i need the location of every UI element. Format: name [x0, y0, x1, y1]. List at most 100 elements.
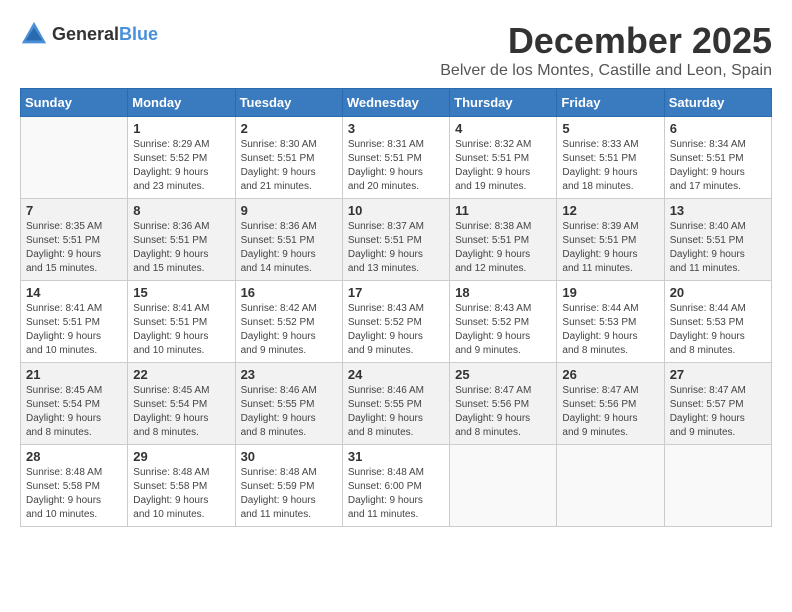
day-info: Sunrise: 8:30 AM Sunset: 5:51 PM Dayligh…: [241, 138, 337, 194]
day-info: Sunrise: 8:45 AM Sunset: 5:54 PM Dayligh…: [26, 384, 122, 440]
day-info: Sunrise: 8:32 AM Sunset: 5:51 PM Dayligh…: [455, 138, 551, 194]
day-info: Sunrise: 8:34 AM Sunset: 5:51 PM Dayligh…: [670, 138, 766, 194]
calendar-cell: 20 Sunrise: 8:44 AM Sunset: 5:53 PM Dayli…: [664, 281, 771, 363]
calendar-week-5: 28 Sunrise: 8:48 AM Sunset: 5:58 PM Dayli…: [21, 445, 772, 527]
day-number: 11: [455, 203, 551, 218]
month-title: December 2025: [440, 20, 772, 62]
day-number: 16: [241, 285, 337, 300]
calendar-week-1: 1 Sunrise: 8:29 AM Sunset: 5:52 PM Daylig…: [21, 117, 772, 199]
calendar-cell: 8 Sunrise: 8:36 AM Sunset: 5:51 PM Daylig…: [128, 199, 235, 281]
calendar-cell: 7 Sunrise: 8:35 AM Sunset: 5:51 PM Daylig…: [21, 199, 128, 281]
day-number: 12: [562, 203, 658, 218]
calendar-cell: [664, 445, 771, 527]
day-number: 20: [670, 285, 766, 300]
day-info: Sunrise: 8:36 AM Sunset: 5:51 PM Dayligh…: [241, 220, 337, 276]
calendar-cell: 24 Sunrise: 8:46 AM Sunset: 5:55 PM Dayli…: [342, 363, 449, 445]
calendar-cell: 31 Sunrise: 8:48 AM Sunset: 6:00 PM Dayli…: [342, 445, 449, 527]
calendar-cell: 14Sunrise: 8:41 AM Sunset: 5:51 PM Dayli…: [21, 281, 128, 363]
day-info: Sunrise: 8:33 AM Sunset: 5:51 PM Dayligh…: [562, 138, 658, 194]
calendar-cell: 2Sunrise: 8:30 AM Sunset: 5:51 PM Daylig…: [235, 117, 342, 199]
calendar-cell: 16 Sunrise: 8:42 AM Sunset: 5:52 PM Dayli…: [235, 281, 342, 363]
calendar-cell: 1 Sunrise: 8:29 AM Sunset: 5:52 PM Daylig…: [128, 117, 235, 199]
calendar-cell: 5 Sunrise: 8:33 AM Sunset: 5:51 PM Daylig…: [557, 117, 664, 199]
header-sunday: Sunday: [21, 89, 128, 117]
day-info: Sunrise: 8:47 AM Sunset: 5:57 PM Dayligh…: [670, 384, 766, 440]
calendar-cell: 17 Sunrise: 8:43 AM Sunset: 5:52 PM Dayli…: [342, 281, 449, 363]
day-number: 9: [241, 203, 337, 218]
day-number: 21: [26, 367, 122, 382]
day-info: Sunrise: 8:35 AM Sunset: 5:51 PM Dayligh…: [26, 220, 122, 276]
day-info: Sunrise: 8:46 AM Sunset: 5:55 PM Dayligh…: [348, 384, 444, 440]
calendar-cell: 21 Sunrise: 8:45 AM Sunset: 5:54 PM Dayli…: [21, 363, 128, 445]
day-info: Sunrise: 8:37 AM Sunset: 5:51 PM Dayligh…: [348, 220, 444, 276]
day-info: Sunrise: 8:48 AM Sunset: 5:58 PM Dayligh…: [26, 466, 122, 522]
calendar-cell: 18 Sunrise: 8:43 AM Sunset: 5:52 PM Dayli…: [450, 281, 557, 363]
day-info: Sunrise: 8:42 AM Sunset: 5:52 PM Dayligh…: [241, 302, 337, 358]
day-info: Sunrise: 8:48 AM Sunset: 5:59 PM Dayligh…: [241, 466, 337, 522]
day-info: Sunrise: 8:29 AM Sunset: 5:52 PM Dayligh…: [133, 138, 229, 194]
title-section: December 2025 Belver de los Montes, Cast…: [440, 20, 772, 80]
day-number: 18: [455, 285, 551, 300]
header-tuesday: Tuesday: [235, 89, 342, 117]
calendar-cell: 9 Sunrise: 8:36 AM Sunset: 5:51 PM Daylig…: [235, 199, 342, 281]
page-header: GeneralBlue December 2025 Belver de los …: [20, 20, 772, 80]
calendar-cell: 10Sunrise: 8:37 AM Sunset: 5:51 PM Dayli…: [342, 199, 449, 281]
calendar-week-2: 7 Sunrise: 8:35 AM Sunset: 5:51 PM Daylig…: [21, 199, 772, 281]
calendar-cell: 26Sunrise: 8:47 AM Sunset: 5:56 PM Dayli…: [557, 363, 664, 445]
calendar-cell: 13 Sunrise: 8:40 AM Sunset: 5:51 PM Dayli…: [664, 199, 771, 281]
day-number: 1: [133, 121, 229, 136]
day-info: Sunrise: 8:38 AM Sunset: 5:51 PM Dayligh…: [455, 220, 551, 276]
calendar-week-3: 14Sunrise: 8:41 AM Sunset: 5:51 PM Dayli…: [21, 281, 772, 363]
day-number: 22: [133, 367, 229, 382]
calendar-cell: 29 Sunrise: 8:48 AM Sunset: 5:58 PM Dayli…: [128, 445, 235, 527]
day-number: 24: [348, 367, 444, 382]
calendar-cell: 25Sunrise: 8:47 AM Sunset: 5:56 PM Dayli…: [450, 363, 557, 445]
calendar-cell: 19 Sunrise: 8:44 AM Sunset: 5:53 PM Dayli…: [557, 281, 664, 363]
calendar-cell: 15 Sunrise: 8:41 AM Sunset: 5:51 PM Dayli…: [128, 281, 235, 363]
day-info: Sunrise: 8:48 AM Sunset: 6:00 PM Dayligh…: [348, 466, 444, 522]
day-number: 23: [241, 367, 337, 382]
calendar: SundayMondayTuesdayWednesdayThursdayFrid…: [20, 88, 772, 527]
header-thursday: Thursday: [450, 89, 557, 117]
day-number: 4: [455, 121, 551, 136]
day-number: 17: [348, 285, 444, 300]
day-number: 26: [562, 367, 658, 382]
logo-icon: [20, 20, 48, 48]
day-info: Sunrise: 8:36 AM Sunset: 5:51 PM Dayligh…: [133, 220, 229, 276]
day-number: 3: [348, 121, 444, 136]
calendar-cell: 28 Sunrise: 8:48 AM Sunset: 5:58 PM Dayli…: [21, 445, 128, 527]
day-number: 5: [562, 121, 658, 136]
day-info: Sunrise: 8:48 AM Sunset: 5:58 PM Dayligh…: [133, 466, 229, 522]
day-number: 28: [26, 449, 122, 464]
day-number: 8: [133, 203, 229, 218]
calendar-cell: 4 Sunrise: 8:32 AM Sunset: 5:51 PM Daylig…: [450, 117, 557, 199]
header-friday: Friday: [557, 89, 664, 117]
day-info: Sunrise: 8:46 AM Sunset: 5:55 PM Dayligh…: [241, 384, 337, 440]
calendar-cell: [21, 117, 128, 199]
logo-general: General: [52, 24, 119, 44]
day-info: Sunrise: 8:41 AM Sunset: 5:51 PM Dayligh…: [26, 302, 122, 358]
logo-blue: Blue: [119, 24, 158, 44]
calendar-header-row: SundayMondayTuesdayWednesdayThursdayFrid…: [21, 89, 772, 117]
day-number: 31: [348, 449, 444, 464]
day-info: Sunrise: 8:41 AM Sunset: 5:51 PM Dayligh…: [133, 302, 229, 358]
day-info: Sunrise: 8:44 AM Sunset: 5:53 PM Dayligh…: [670, 302, 766, 358]
header-wednesday: Wednesday: [342, 89, 449, 117]
day-number: 29: [133, 449, 229, 464]
day-number: 30: [241, 449, 337, 464]
day-number: 7: [26, 203, 122, 218]
day-info: Sunrise: 8:40 AM Sunset: 5:51 PM Dayligh…: [670, 220, 766, 276]
calendar-cell: 30 Sunrise: 8:48 AM Sunset: 5:59 PM Dayli…: [235, 445, 342, 527]
logo: GeneralBlue: [20, 20, 158, 48]
calendar-cell: 22Sunrise: 8:45 AM Sunset: 5:54 PM Dayli…: [128, 363, 235, 445]
calendar-week-4: 21 Sunrise: 8:45 AM Sunset: 5:54 PM Dayli…: [21, 363, 772, 445]
day-info: Sunrise: 8:43 AM Sunset: 5:52 PM Dayligh…: [455, 302, 551, 358]
day-info: Sunrise: 8:44 AM Sunset: 5:53 PM Dayligh…: [562, 302, 658, 358]
day-number: 6: [670, 121, 766, 136]
day-number: 15: [133, 285, 229, 300]
day-number: 19: [562, 285, 658, 300]
day-info: Sunrise: 8:43 AM Sunset: 5:52 PM Dayligh…: [348, 302, 444, 358]
day-number: 13: [670, 203, 766, 218]
day-number: 27: [670, 367, 766, 382]
day-info: Sunrise: 8:47 AM Sunset: 5:56 PM Dayligh…: [455, 384, 551, 440]
